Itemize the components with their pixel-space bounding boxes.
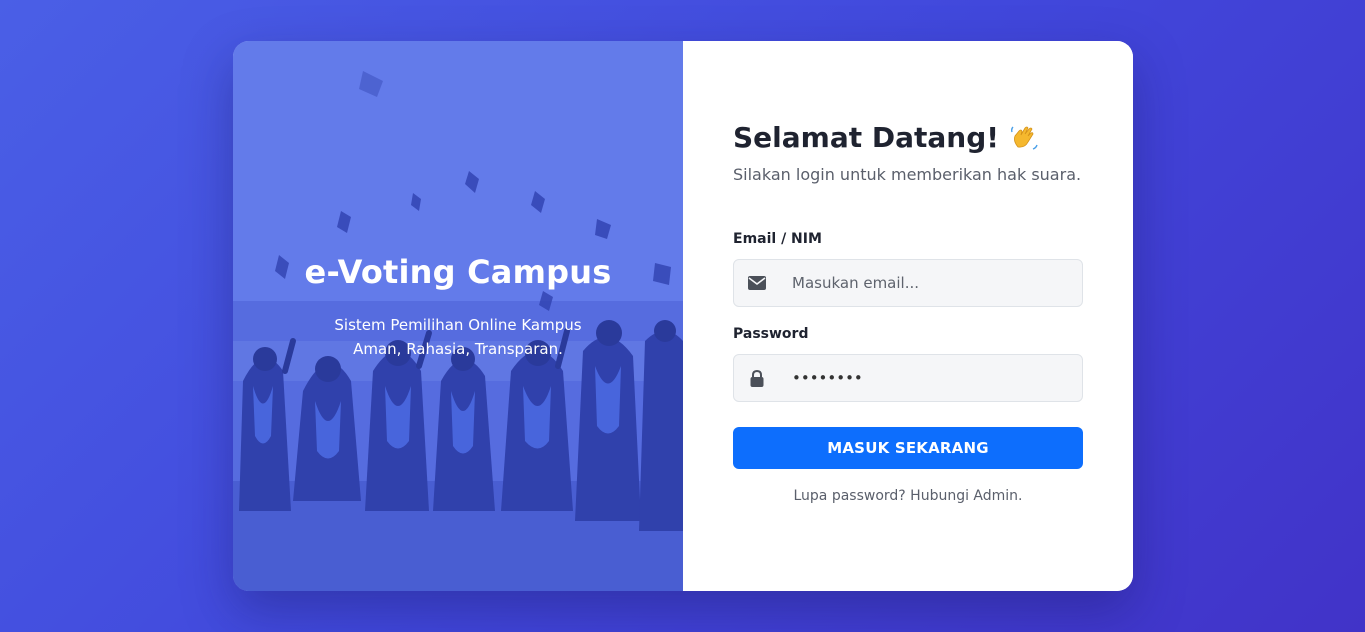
login-subtitle: Silakan login untuk memberikan hak suara… [733,165,1082,184]
password-field [733,354,1083,402]
email-label: Email / NIM [733,231,822,247]
hero-subtitle: Sistem Pemilihan Online Kampus Aman, Rah… [233,313,683,361]
envelope-icon [734,260,780,306]
welcome-text: Selamat Datang! [733,121,1000,154]
welcome-heading: Selamat Datang! [733,121,1039,154]
hero-subtitle-line2: Aman, Rahasia, Transparan. [353,340,563,358]
password-label: Password [733,326,809,342]
email-field [733,259,1083,307]
forgot-password-text: Lupa password? Hubungi Admin. [793,488,1023,504]
login-form-panel: Selamat Datang! Silakan login untuk memb… [683,41,1133,591]
hero-panel: e-Voting Campus Sistem Pemilihan Online … [233,41,683,591]
email-input[interactable] [780,260,1082,306]
submit-login-button[interactable]: MASUK SEKARANG [733,427,1083,469]
lock-icon [734,355,780,401]
hero-subtitle-line1: Sistem Pemilihan Online Kampus [334,316,582,334]
waving-hand-icon [1009,123,1039,153]
login-card: e-Voting Campus Sistem Pemilihan Online … [233,41,1133,591]
hero-title: e-Voting Campus [304,253,612,291]
password-input[interactable] [780,355,1082,401]
